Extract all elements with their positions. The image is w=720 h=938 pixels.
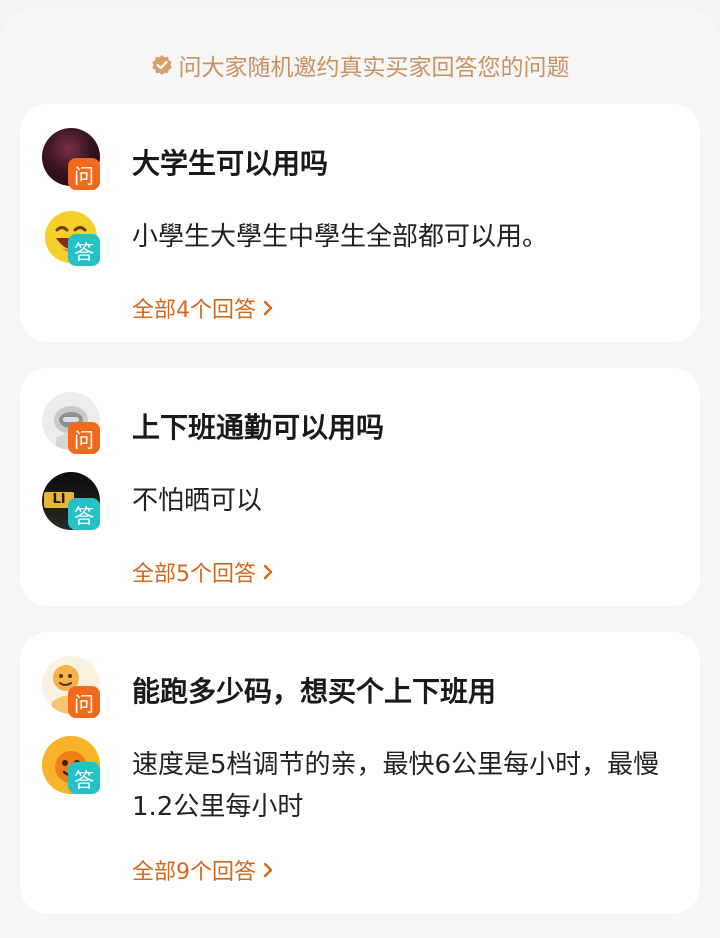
answer-row: 答 小學生大學生中學生全部都可以用。 (20, 208, 700, 268)
question-text: 能跑多少码，想买个上下班用 (132, 675, 497, 708)
question-tag: 问 (68, 158, 100, 190)
qa-card[interactable]: 问 大学生可以用吗 答 小學生大學生中學生全部都可以用。 全部4个回答 (20, 104, 700, 342)
question-text: 大学生可以用吗 (132, 147, 329, 180)
all-answers-link[interactable]: 全部9个回答 (132, 854, 274, 886)
answer-tag: 答 (68, 234, 100, 266)
answer-tag: 答 (68, 498, 100, 530)
qa-banner: 问大家随机邀约真实买家回答您的问题 (0, 48, 720, 82)
all-answers-link[interactable]: 全部4个回答 (132, 292, 274, 324)
all-answers-label: 全部9个回答 (132, 860, 256, 885)
answer-text: 不怕晒可以 (132, 486, 263, 516)
qa-card[interactable]: 问 上下班通勤可以用吗 LI 答 不怕晒可以 全部5个回答 (20, 368, 700, 606)
all-answers-label: 全部4个回答 (132, 298, 256, 323)
banner-text: 问大家随机邀约真实买家回答您的问题 (178, 55, 570, 81)
all-answers-label: 全部5个回答 (132, 562, 256, 587)
question-row: 问 大学生可以用吗 (20, 128, 700, 190)
question-text: 上下班通勤可以用吗 (132, 411, 385, 444)
chevron-right-icon (262, 299, 274, 317)
qa-card[interactable]: 问 能跑多少码，想买个上下班用 答 速度是5档调节的亲，最快6公里每小时，最慢1… (20, 632, 700, 914)
answer-text: 小學生大學生中學生全部都可以用。 (132, 222, 549, 252)
answer-row: 答 速度是5档调节的亲，最快6公里每小时，最慢1.2公里每小时 (20, 736, 700, 826)
question-row: 问 上下班通勤可以用吗 (20, 392, 700, 454)
question-tag: 问 (68, 422, 100, 454)
verified-check-icon (151, 54, 173, 76)
chevron-right-icon (262, 861, 274, 879)
answer-text: 速度是5档调节的亲，最快6公里每小时，最慢1.2公里每小时 (132, 750, 660, 822)
answer-row: LI 答 不怕晒可以 (20, 472, 700, 532)
question-tag: 问 (68, 686, 100, 718)
chevron-right-icon (262, 563, 274, 581)
all-answers-link[interactable]: 全部5个回答 (132, 556, 274, 588)
question-row: 问 能跑多少码，想买个上下班用 (20, 656, 700, 718)
qa-panel: 问大家随机邀约真实买家回答您的问题 问 大学生可以用吗 答 小學生大學生中學生全… (0, 8, 720, 938)
answer-tag: 答 (68, 762, 100, 794)
